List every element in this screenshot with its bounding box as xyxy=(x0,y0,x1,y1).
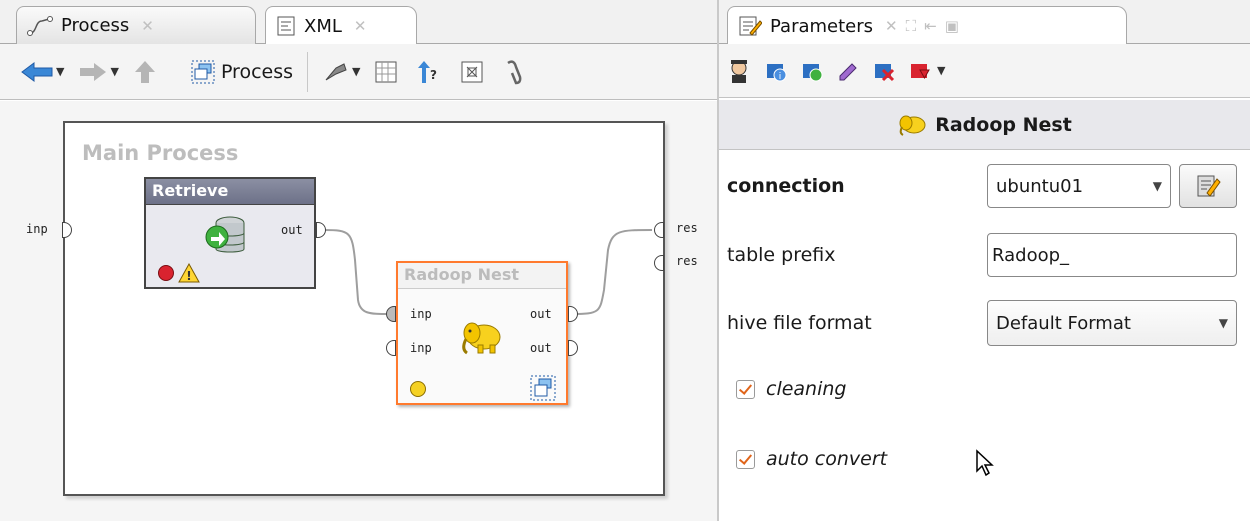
port-label: out xyxy=(530,341,552,355)
table-prefix-input[interactable]: Radoop_ xyxy=(987,233,1237,277)
chevron-down-icon[interactable]: ▼ xyxy=(937,64,945,77)
operator-title: Retrieve xyxy=(146,179,314,205)
canvas-output-label: res xyxy=(676,221,698,235)
parameters-icon xyxy=(739,16,762,36)
tab-parameters-label: Parameters xyxy=(770,15,874,37)
nest-input-port[interactable] xyxy=(386,306,396,322)
nest-input-port[interactable] xyxy=(386,340,396,356)
port-label: inp xyxy=(410,341,432,355)
chevron-down-icon: ▼ xyxy=(1218,316,1228,330)
edit-connection-icon xyxy=(1197,175,1221,197)
svg-text:!: ! xyxy=(186,269,191,283)
port-label: inp xyxy=(410,307,432,321)
operator-title: Radoop Nest xyxy=(935,113,1072,136)
breakpoint-icon[interactable] xyxy=(909,60,931,82)
error-status-icon xyxy=(158,265,174,281)
maximize-icon[interactable]: ⛶ xyxy=(906,17,917,35)
connections xyxy=(323,229,653,315)
warning-icon: ! xyxy=(178,263,200,283)
cleaning-checkbox[interactable] xyxy=(736,380,755,399)
subprocess-icon[interactable] xyxy=(530,375,556,401)
info-icon[interactable]: i xyxy=(765,60,787,82)
tab-parameters[interactable]: Parameters ✕ ⛶ ⇤ ▣ xyxy=(727,6,1127,45)
operator-title: Radoop Nest xyxy=(398,263,566,289)
connection-select[interactable]: ubuntu01 ▼ xyxy=(987,164,1171,208)
database-icon xyxy=(205,216,245,253)
restore-icon[interactable]: ▣ xyxy=(945,17,959,35)
status-icon xyxy=(410,381,426,397)
dock-icon[interactable]: ⇤ xyxy=(924,17,937,35)
edit-connection-button[interactable] xyxy=(1179,164,1237,208)
parameters-panel: Parameters ✕ ⛶ ⇤ ▣ i ▼ Radoop Nest conne… xyxy=(719,0,1250,521)
close-icon[interactable]: ✕ xyxy=(885,17,898,35)
right-tabstrip: Parameters ✕ ⛶ ⇤ ▣ xyxy=(719,0,1250,45)
process-panel: Process ✕ XML ✕ ▼ ▼ Process ▼ ? Main Pro… xyxy=(0,0,717,521)
canvas-output-port[interactable] xyxy=(654,222,664,238)
edit-icon[interactable] xyxy=(837,60,859,82)
connection-line xyxy=(323,229,389,315)
operator-title-bar: Radoop Nest xyxy=(719,100,1250,150)
hive-file-format-label: hive file format xyxy=(727,312,872,334)
hive-file-format-select[interactable]: Default Format ▼ xyxy=(987,300,1237,346)
port-label: out xyxy=(530,307,552,321)
hadoop-elephant-icon xyxy=(899,115,926,136)
svg-text:i: i xyxy=(779,72,782,82)
table-prefix-label: table prefix xyxy=(727,244,836,266)
connection-line xyxy=(571,229,653,315)
hadoop-elephant-icon xyxy=(462,322,501,355)
canvas-input-label: inp xyxy=(26,222,48,236)
radoop-nest-operator[interactable]: Radoop Nest inp inp out out xyxy=(396,261,568,405)
auto-convert-checkbox[interactable] xyxy=(736,450,755,469)
connection-label: connection xyxy=(727,175,845,197)
validate-icon[interactable] xyxy=(801,60,823,82)
retrieve-operator[interactable]: Retrieve out ! xyxy=(144,177,316,289)
canvas-output-port[interactable] xyxy=(654,255,664,271)
canvas-output-label: res xyxy=(676,254,698,268)
chevron-down-icon: ▼ xyxy=(1152,179,1162,193)
port-label: out xyxy=(281,223,303,237)
expert-mode-icon[interactable] xyxy=(727,58,751,84)
connection-value: ubuntu01 xyxy=(996,175,1084,197)
auto-convert-label: auto convert xyxy=(766,448,888,470)
mouse-cursor-icon xyxy=(976,449,994,477)
remove-icon[interactable] xyxy=(873,60,895,82)
parameters-toolbar: i ▼ xyxy=(719,44,1250,98)
table-prefix-value: Radoop_ xyxy=(992,244,1070,266)
hive-file-format-value: Default Format xyxy=(996,312,1131,334)
cleaning-label: cleaning xyxy=(766,378,847,400)
